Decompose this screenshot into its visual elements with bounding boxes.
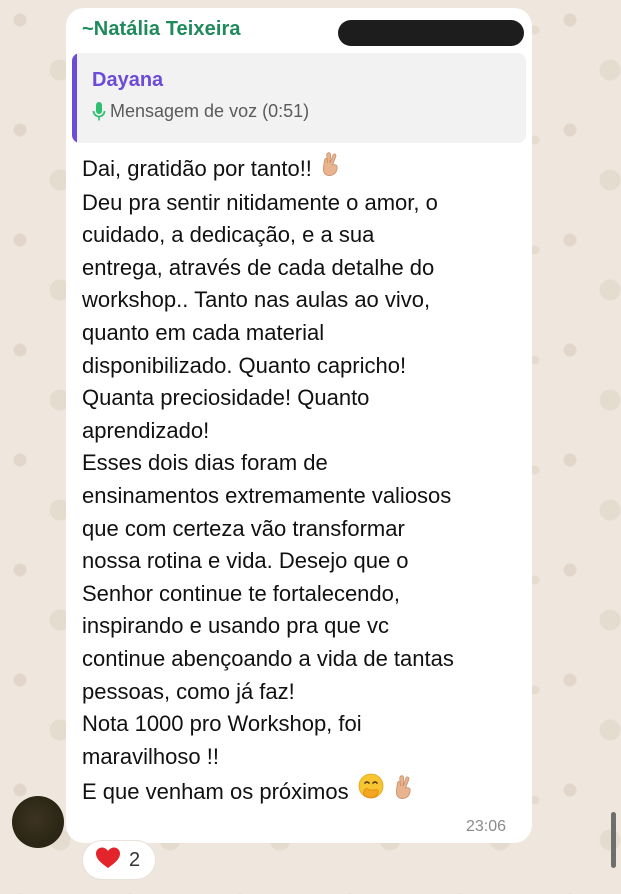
- message-line: nossa rotina e vida. Desejo que o: [82, 548, 409, 574]
- message-line: Senhor continue te fortalecendo,: [82, 580, 401, 606]
- sender-avatar[interactable]: [12, 796, 64, 848]
- sender-name[interactable]: ~Natália Teixeira: [82, 18, 241, 41]
- message-line: maravilhoso !!: [82, 743, 219, 769]
- message-line: continue abençoando a vida de tantas: [82, 645, 454, 671]
- reaction-count: 2: [129, 848, 141, 871]
- message-line: quanto em cada material: [82, 319, 325, 345]
- message-line: Esses dois dias foram de: [82, 450, 328, 476]
- reaction-pill[interactable]: 2: [82, 840, 156, 880]
- message-line: inspirando e usando pra que vc: [82, 613, 389, 639]
- quoted-detail-text: Mensagem de voz (0:51): [110, 101, 310, 121]
- quoted-author: Dayana: [92, 69, 164, 91]
- quote-accent-bar: [72, 53, 77, 143]
- message-line: pessoas, como já faz!: [82, 678, 295, 704]
- hand-over-mouth-icon: [357, 773, 385, 811]
- message-line: Deu pra sentir nitidamente o amor, o: [82, 189, 438, 215]
- message-text: Dai, gratidão por tanto!! Deu pra sentir…: [82, 151, 522, 811]
- message-line: entrega, através de cada detalhe do: [82, 254, 435, 280]
- message-line: disponibilizado. Quanto capricho!: [82, 352, 407, 378]
- crossed-fingers-icon: [393, 774, 415, 810]
- message-line: Quanta preciosidade! Quanto: [82, 385, 370, 411]
- quoted-detail: Mensagem de voz (0:51): [92, 101, 309, 122]
- message-line: workshop.. Tanto nas aulas ao vivo,: [82, 287, 431, 313]
- message-line: E que venham os próximos: [82, 773, 522, 811]
- mic-icon: [92, 101, 106, 122]
- crossed-fingers-icon: [320, 151, 342, 187]
- message-line: que com certeza vão transformar: [82, 515, 405, 541]
- heart-icon: [95, 846, 121, 875]
- message-line: ensinamentos extremamente valiosos: [82, 482, 452, 508]
- message-line: aprendizado!: [82, 417, 210, 443]
- message-timestamp: 23:06: [466, 818, 507, 835]
- message-line: Dai, gratidão por tanto!!: [82, 151, 522, 187]
- quoted-message[interactable]: Dayana Mensagem de voz (0:51): [72, 53, 526, 143]
- redacted-phone-number: [338, 20, 524, 46]
- scrollbar[interactable]: [611, 812, 616, 868]
- message-line: Nota 1000 pro Workshop, foi: [82, 711, 362, 737]
- message-line: cuidado, a dedicação, e a sua: [82, 222, 375, 248]
